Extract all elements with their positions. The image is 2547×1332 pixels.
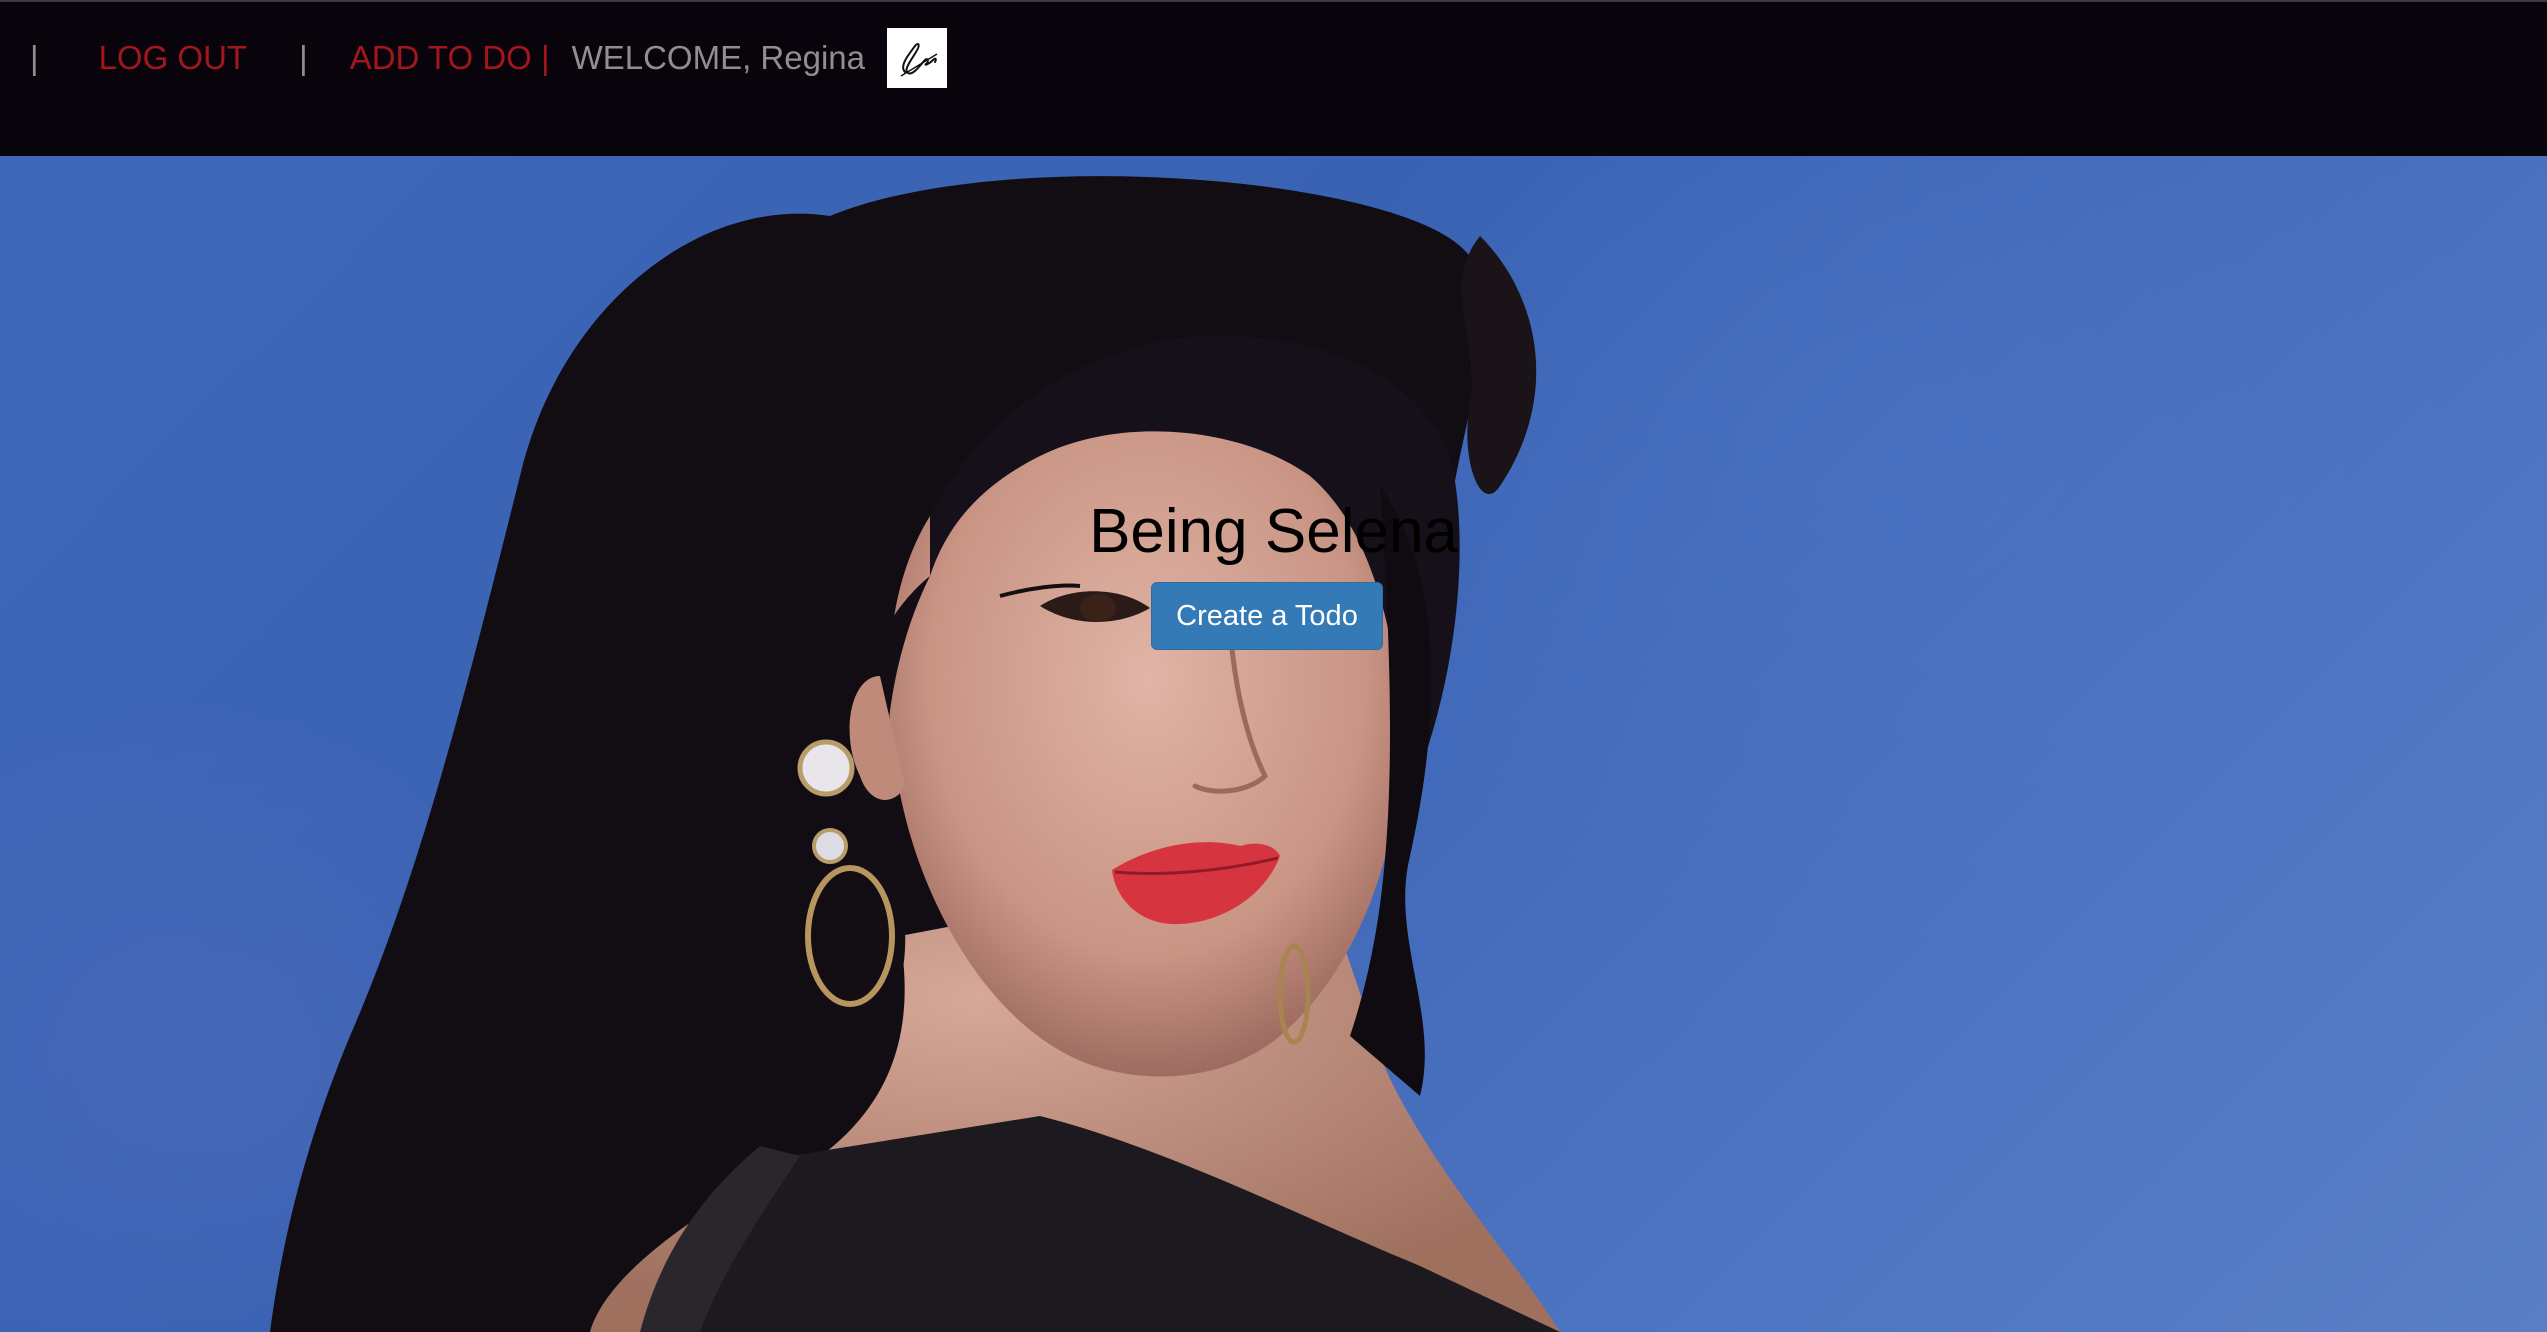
logout-link[interactable]: LOG OUT [99,39,248,77]
add-todo-link[interactable]: ADD TO DO | [350,39,550,77]
hero-section: Being Selena Create a Todo [0,156,2547,1332]
nav-separator: | [30,39,39,76]
nav-separator: | [299,39,308,76]
selena-signature-logo [887,28,948,88]
nav-row: | LOG OUT | ADD TO DO | WELCOME, Regina [0,28,948,88]
create-todo-button[interactable]: Create a Todo [1151,582,1383,650]
top-navbar: | LOG OUT | ADD TO DO | WELCOME, Regina [0,0,2547,156]
page-title: Being Selena [1089,497,1458,566]
hero-portrait-photo [270,176,1560,1332]
welcome-text: WELCOME, Regina [571,39,866,76]
